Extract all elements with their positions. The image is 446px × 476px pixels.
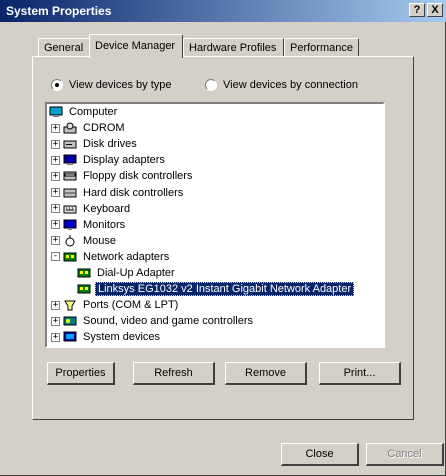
cancel-button: Cancel [366,443,444,466]
help-button[interactable]: ? [409,3,425,17]
tree-item[interactable]: + Disk drives [51,136,139,152]
tree-item[interactable]: Linksys EG1032 v2 Instant Gigabit Networ… [77,281,355,297]
ports-icon [63,299,77,311]
properties-button[interactable]: Properties [47,362,115,385]
tree-item-label[interactable]: Computer [67,106,119,118]
expand-toggle[interactable]: + [51,300,60,310]
hard-disk-controller-icon [63,187,77,199]
system-properties-window: System Properties ? X General Device Man… [0,0,446,476]
view-by-type-option[interactable]: View devices by type [51,79,172,91]
remove-button[interactable]: Remove [225,362,307,385]
tree-item-label[interactable]: CDROM [81,122,127,134]
tree-item[interactable]: + Hard disk controllers [51,185,185,201]
tree-item[interactable]: Computer [49,104,119,120]
tree-item[interactable]: + Mouse [51,233,118,249]
print-button[interactable]: Print... [319,362,401,385]
display-adapter-icon [63,154,77,166]
cdrom-icon [63,122,77,134]
keyboard-icon [63,203,77,215]
tree-item-label[interactable]: Ports (COM & LPT) [81,299,180,311]
collapse-toggle[interactable]: - [51,252,60,262]
expand-toggle[interactable]: + [51,139,60,149]
tree-item-label[interactable]: Dial-Up Adapter [95,267,177,279]
tree-item-label[interactable]: Mouse [81,235,118,247]
tree-item-label[interactable]: Linksys EG1032 v2 Instant Gigabit Networ… [95,282,355,297]
mouse-icon [63,234,77,247]
system-devices-icon [63,331,77,343]
expand-toggle[interactable]: + [51,236,60,246]
tab-strip: General Device Manager Hardware Profiles… [0,34,446,58]
view-by-connection-option[interactable]: View devices by connection [205,79,358,91]
tree-item-label[interactable]: Network adapters [81,251,171,263]
expand-toggle[interactable]: + [51,204,60,214]
tree-item[interactable]: +Universal Serial Bus controllers [51,346,238,349]
tab-hardware-profiles[interactable]: Hardware Profiles [183,38,284,58]
tree-item[interactable]: + Monitors [51,217,127,233]
expand-toggle[interactable]: + [51,171,60,181]
view-by-type-label: View devices by type [69,79,172,91]
tree-item[interactable]: + Sound, video and game controllers [51,313,255,329]
close-button[interactable]: Close [281,443,359,466]
network-adapter-icon [77,283,91,295]
tree-item-label[interactable]: Disk drives [81,138,139,150]
tree-item[interactable]: + Keyboard [51,201,132,217]
close-window-button[interactable]: X [427,3,443,17]
sound-icon [63,315,77,327]
tree-item-label[interactable]: Floppy disk controllers [81,170,194,182]
view-by-connection-label: View devices by connection [223,79,358,91]
expand-toggle[interactable]: + [51,316,60,326]
tree-item[interactable]: + Display adapters [51,152,167,168]
view-by-connection-radio[interactable] [205,79,217,91]
tree-item[interactable]: - Network adapters [51,249,171,265]
floppy-controller-icon [63,170,77,182]
tree-item-label[interactable]: Keyboard [81,203,132,215]
network-adapter-icon [77,267,91,279]
expand-toggle[interactable]: + [51,220,60,230]
tree-item-label[interactable]: Universal Serial Bus controllers [81,348,238,349]
expand-toggle[interactable]: + [51,188,60,197]
expand-toggle[interactable]: + [51,332,60,342]
tab-performance[interactable]: Performance [284,38,359,58]
tab-general[interactable]: General [38,38,92,58]
tree-item-label[interactable]: Hard disk controllers [81,187,185,199]
disk-drive-icon [63,138,77,150]
device-manager-panel: View devices by type View devices by con… [32,56,414,420]
tree-item-label[interactable]: Display adapters [81,154,167,166]
tab-device-manager[interactable]: Device Manager [89,34,183,58]
expand-toggle[interactable]: + [51,123,60,133]
expand-toggle[interactable]: + [51,155,60,165]
tree-item[interactable]: Dial-Up Adapter [77,265,177,281]
tree-item-label[interactable]: Monitors [81,219,127,231]
tree-item-label[interactable]: Sound, video and game controllers [81,315,255,327]
window-title: System Properties [6,4,112,18]
tree-item[interactable]: + System devices [51,329,162,345]
monitor-icon [63,219,77,231]
tree-item[interactable]: + CDROM [51,120,127,136]
tree-item[interactable]: + Ports (COM & LPT) [51,297,180,313]
network-adapter-icon [63,251,77,263]
tree-item[interactable]: + Floppy disk controllers [51,168,194,184]
computer-icon [49,106,63,118]
device-tree[interactable]: Computer + CDROM + Disk drives + Display adapt… [45,102,385,348]
usb-icon [63,348,77,349]
tree-item-label[interactable]: System devices [81,331,162,343]
title-bar[interactable]: System Properties ? X [0,0,446,22]
view-by-type-radio[interactable] [51,79,63,91]
refresh-button[interactable]: Refresh [133,362,215,385]
